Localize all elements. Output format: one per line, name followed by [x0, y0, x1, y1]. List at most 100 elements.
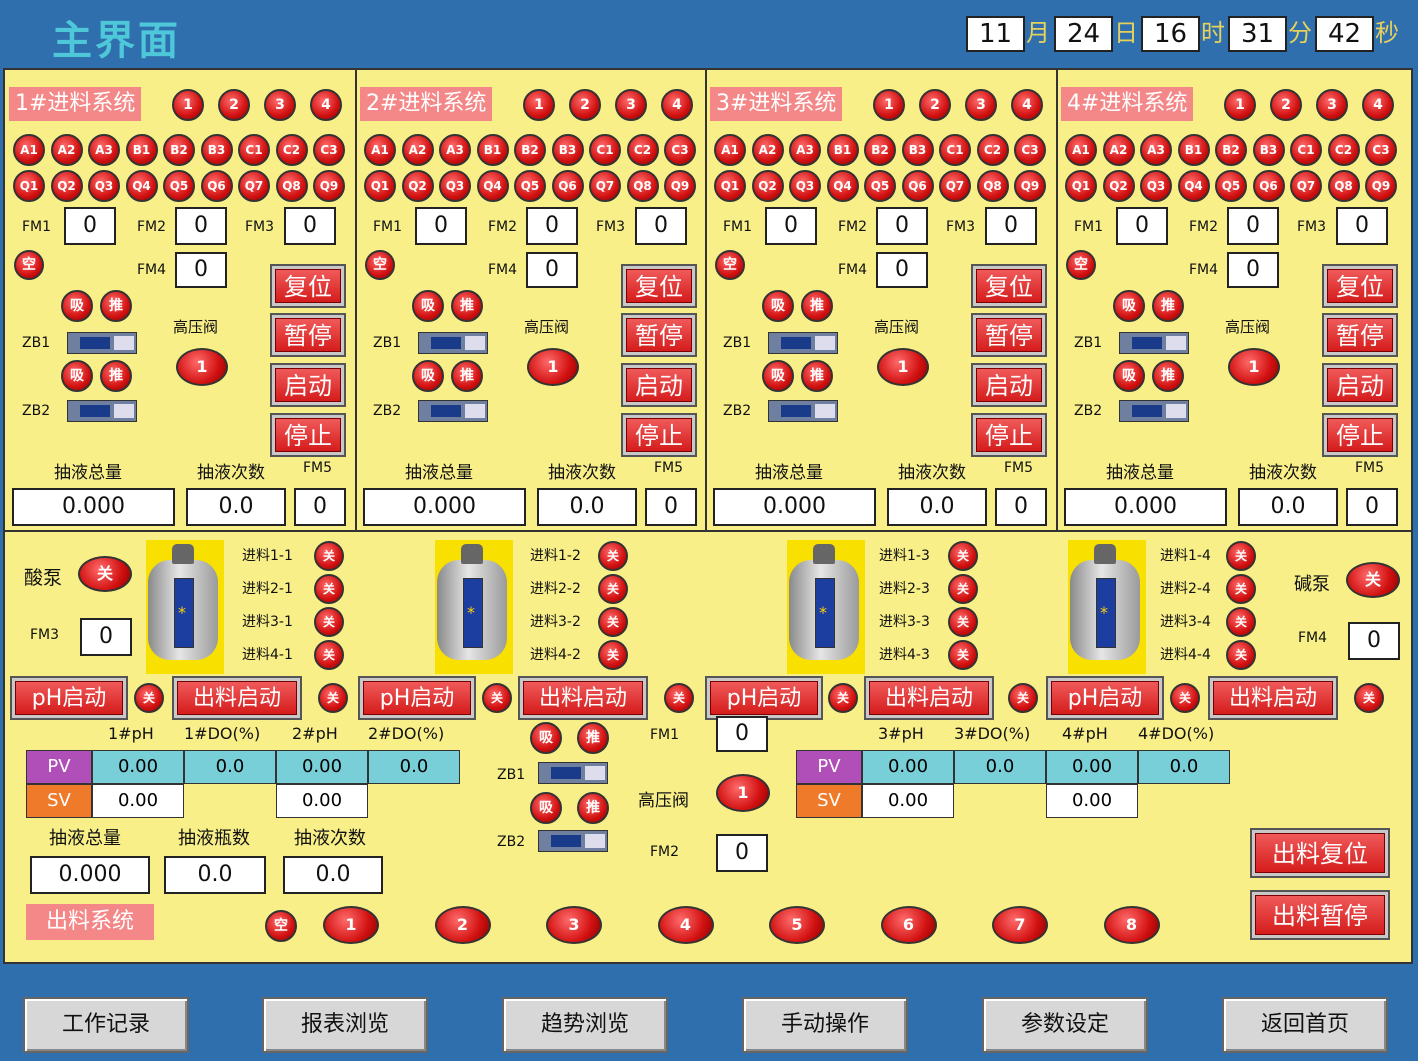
valve-led-6[interactable]: B3: [551, 134, 584, 166]
zb1-push-led[interactable]: 推: [801, 290, 833, 322]
valve-led-7[interactable]: C1: [238, 134, 270, 166]
valve-led-1[interactable]: A1: [364, 134, 396, 166]
discharge-pause-button[interactable]: 出料暂停: [1250, 890, 1390, 940]
ph-start-button[interactable]: pH启动: [10, 676, 128, 720]
feed-valve-led[interactable]: 关: [948, 541, 978, 571]
valve-led-3[interactable]: A3: [88, 134, 120, 166]
valve-led-q4[interactable]: Q4: [125, 170, 158, 202]
ph-led[interactable]: 关: [828, 683, 858, 713]
discharge-led-1[interactable]: 1: [323, 906, 379, 944]
zb2-push-led[interactable]: 推: [577, 792, 609, 824]
valve-led-2[interactable]: A2: [1102, 134, 1135, 166]
zb1-suck-led[interactable]: 吸: [61, 290, 93, 322]
valve-led-q7[interactable]: Q7: [238, 170, 270, 202]
discharge-led[interactable]: 关: [318, 683, 348, 713]
valve-led-q8[interactable]: Q8: [275, 170, 308, 202]
stop-button[interactable]: 停止: [621, 413, 697, 457]
pause-button[interactable]: 暂停: [621, 313, 697, 357]
valve-led-5[interactable]: B2: [864, 134, 896, 166]
discharge-led-7[interactable]: 7: [992, 906, 1048, 944]
valve-led-4[interactable]: B1: [1177, 134, 1210, 166]
start-button[interactable]: 启动: [971, 363, 1047, 407]
discharge-led-4[interactable]: 4: [657, 906, 714, 944]
valve-led-6[interactable]: B3: [901, 134, 934, 166]
valve-led-5[interactable]: B2: [514, 134, 546, 166]
discharge-start-button[interactable]: 出料启动: [518, 676, 648, 720]
discharge-led[interactable]: 关: [1008, 683, 1038, 713]
valve-led-1[interactable]: A1: [714, 134, 746, 166]
zb2-suck-led[interactable]: 吸: [61, 360, 93, 392]
zb2-push-led[interactable]: 推: [451, 360, 483, 392]
high-pressure-valve-led[interactable]: 1: [877, 348, 929, 386]
valve-led-q9[interactable]: Q9: [664, 170, 696, 202]
discharge-start-button[interactable]: 出料启动: [172, 676, 302, 720]
work-log-button[interactable]: 工作记录: [23, 997, 189, 1053]
valve-led-q1[interactable]: Q1: [1065, 170, 1097, 202]
valve-led-q9[interactable]: Q9: [313, 170, 345, 202]
start-button[interactable]: 启动: [1322, 363, 1398, 407]
valve-led-q1[interactable]: Q1: [364, 170, 396, 202]
zb2-push-led[interactable]: 推: [1152, 360, 1184, 392]
valve-led-q2[interactable]: Q2: [751, 170, 784, 202]
valve-led-q8[interactable]: Q8: [1327, 170, 1360, 202]
valve-led-9[interactable]: C3: [1014, 134, 1046, 166]
zb1-push-led[interactable]: 推: [451, 290, 483, 322]
valve-led-q6[interactable]: Q6: [551, 170, 584, 202]
report-browse-button[interactable]: 报表浏览: [262, 997, 428, 1053]
zb2-suck-led[interactable]: 吸: [530, 792, 562, 824]
discharge-led-8[interactable]: 8: [1103, 906, 1160, 944]
valve-led-q2[interactable]: Q2: [401, 170, 434, 202]
reset-button[interactable]: 复位: [971, 264, 1047, 308]
valve-led-1[interactable]: A1: [1065, 134, 1097, 166]
pause-button[interactable]: 暂停: [270, 313, 346, 357]
feed-valve-led[interactable]: 关: [1226, 541, 1256, 571]
start-button[interactable]: 启动: [270, 363, 346, 407]
zb2-suck-led[interactable]: 吸: [762, 360, 794, 392]
discharge-led[interactable]: 关: [1354, 683, 1384, 713]
pause-button[interactable]: 暂停: [1322, 313, 1398, 357]
high-pressure-valve-led[interactable]: 1: [527, 348, 579, 386]
feed-valve-led[interactable]: 关: [314, 640, 344, 670]
feed-valve-led[interactable]: 关: [598, 574, 628, 604]
zb2-suck-led[interactable]: 吸: [412, 360, 444, 392]
valve-led-3[interactable]: A3: [1140, 134, 1172, 166]
feed-valve-led[interactable]: 关: [598, 607, 628, 637]
feed-valve-led[interactable]: 关: [948, 607, 978, 637]
valve-led-8[interactable]: C2: [976, 134, 1009, 166]
zb2-suck-led[interactable]: 吸: [1113, 360, 1145, 392]
reset-button[interactable]: 复位: [270, 264, 346, 308]
valve-led-q3[interactable]: Q3: [789, 170, 821, 202]
pause-button[interactable]: 暂停: [971, 313, 1047, 357]
valve-led-q4[interactable]: Q4: [826, 170, 859, 202]
start-button[interactable]: 启动: [621, 363, 697, 407]
acid-pump-led[interactable]: 关: [78, 556, 132, 592]
discharge-led-2[interactable]: 2: [434, 906, 491, 944]
valve-led-q9[interactable]: Q9: [1365, 170, 1397, 202]
valve-led-1[interactable]: A1: [13, 134, 45, 166]
zb1-suck-led[interactable]: 吸: [1113, 290, 1145, 322]
valve-led-q1[interactable]: Q1: [714, 170, 746, 202]
feed-valve-led[interactable]: 关: [948, 640, 978, 670]
valve-led-4[interactable]: B1: [476, 134, 509, 166]
zb1-suck-led[interactable]: 吸: [762, 290, 794, 322]
high-pressure-valve-led[interactable]: 1: [716, 774, 770, 812]
feed-valve-led[interactable]: 关: [1226, 574, 1256, 604]
valve-led-6[interactable]: B3: [1252, 134, 1285, 166]
valve-led-3[interactable]: A3: [789, 134, 821, 166]
return-home-button[interactable]: 返回首页: [1222, 997, 1388, 1053]
ph-start-button[interactable]: pH启动: [705, 676, 823, 720]
valve-led-9[interactable]: C3: [1365, 134, 1397, 166]
valve-led-q8[interactable]: Q8: [976, 170, 1009, 202]
valve-led-7[interactable]: C1: [939, 134, 971, 166]
zb1-push-led[interactable]: 推: [100, 290, 132, 322]
valve-led-q4[interactable]: Q4: [1177, 170, 1210, 202]
ph-led[interactable]: 关: [1170, 683, 1200, 713]
feed-valve-led[interactable]: 关: [314, 574, 344, 604]
valve-led-q6[interactable]: Q6: [1252, 170, 1285, 202]
zb2-push-led[interactable]: 推: [801, 360, 833, 392]
base-pump-led[interactable]: 关: [1346, 562, 1400, 598]
ph-start-button[interactable]: pH启动: [1046, 676, 1164, 720]
valve-led-q8[interactable]: Q8: [626, 170, 659, 202]
valve-led-q6[interactable]: Q6: [200, 170, 233, 202]
ph-start-button[interactable]: pH启动: [358, 676, 476, 720]
